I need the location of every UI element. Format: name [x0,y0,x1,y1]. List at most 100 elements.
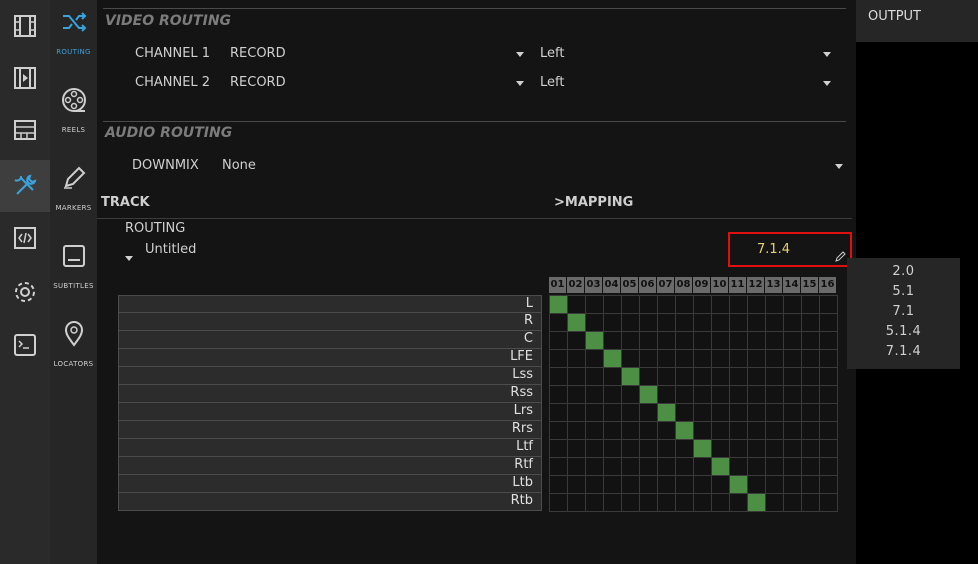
matrix-cell[interactable] [550,494,568,512]
storage-icon[interactable] [0,104,50,156]
matrix-cell[interactable] [784,296,802,314]
matrix-cell[interactable] [748,350,766,368]
matrix-cell[interactable] [586,440,604,458]
matrix-cell[interactable] [658,458,676,476]
matrix-cell[interactable] [694,458,712,476]
matrix-cell[interactable] [784,494,802,512]
matrix-cell[interactable] [712,494,730,512]
matrix-cell[interactable] [730,314,748,332]
matrix-cell[interactable] [748,332,766,350]
chevron-down-icon[interactable] [125,256,133,261]
matrix-cell[interactable] [640,422,658,440]
matrix-cell[interactable] [820,350,838,368]
matrix-cell[interactable] [676,494,694,512]
matrix-cell[interactable] [766,404,784,422]
sidebar-item-subtitles[interactable]: SUBTITLES [50,234,97,312]
matrix-cell[interactable] [712,440,730,458]
matrix-cell[interactable] [820,332,838,350]
matrix-cell[interactable] [586,350,604,368]
matrix-cell[interactable] [694,332,712,350]
matrix-cell[interactable] [658,386,676,404]
matrix-cell[interactable] [676,296,694,314]
matrix-cell[interactable] [802,422,820,440]
routing-name[interactable]: Untitled [145,242,196,257]
matrix-cell[interactable] [730,404,748,422]
matrix-cell[interactable] [766,476,784,494]
matrix-cell[interactable] [784,368,802,386]
pencil-icon[interactable] [835,250,847,262]
matrix-cell[interactable] [586,404,604,422]
matrix-cell[interactable] [712,386,730,404]
matrix-cell-active[interactable] [730,476,748,494]
matrix-cell[interactable] [604,440,622,458]
matrix-cell[interactable] [802,332,820,350]
matrix-cell[interactable] [784,422,802,440]
matrix-cell[interactable] [820,314,838,332]
matrix-cell[interactable] [694,350,712,368]
matrix-cell[interactable] [640,458,658,476]
matrix-cell[interactable] [586,296,604,314]
matrix-cell[interactable] [694,296,712,314]
chevron-down-icon[interactable] [516,52,524,57]
matrix-cell[interactable] [730,422,748,440]
matrix-cell[interactable] [658,296,676,314]
matrix-cell[interactable] [712,350,730,368]
matrix-cell[interactable] [748,458,766,476]
matrix-cell[interactable] [694,368,712,386]
chevron-down-icon[interactable] [835,164,843,169]
matrix-cell[interactable] [694,314,712,332]
gear-icon[interactable] [0,266,50,318]
matrix-cell[interactable] [802,440,820,458]
matrix-cell[interactable] [802,458,820,476]
matrix-cell[interactable] [820,386,838,404]
matrix-cell[interactable] [622,332,640,350]
matrix-cell[interactable] [640,440,658,458]
matrix-cell[interactable] [802,476,820,494]
matrix-cell[interactable] [676,314,694,332]
matrix-cell-active[interactable] [712,458,730,476]
matrix-cell[interactable] [784,386,802,404]
film-play-icon[interactable] [0,52,50,104]
matrix-cell[interactable] [604,296,622,314]
matrix-cell[interactable] [820,458,838,476]
matrix-cell[interactable] [676,368,694,386]
matrix-cell[interactable] [748,404,766,422]
matrix-cell[interactable] [586,494,604,512]
matrix-cell[interactable] [586,458,604,476]
matrix-cell[interactable] [694,422,712,440]
matrix-cell[interactable] [640,296,658,314]
channel1-source-select[interactable]: RECORD [230,46,286,61]
matrix-cell[interactable] [640,314,658,332]
matrix-cell[interactable] [802,296,820,314]
matrix-cell[interactable] [712,404,730,422]
matrix-cell[interactable] [658,314,676,332]
matrix-cell[interactable] [730,296,748,314]
matrix-cell[interactable] [766,422,784,440]
matrix-cell[interactable] [604,458,622,476]
matrix-cell[interactable] [622,458,640,476]
matrix-cell[interactable] [568,404,586,422]
matrix-cell[interactable] [622,476,640,494]
matrix-cell[interactable] [694,494,712,512]
matrix-cell[interactable] [802,494,820,512]
matrix-cell[interactable] [784,476,802,494]
matrix-cell[interactable] [730,332,748,350]
matrix-cell[interactable] [766,332,784,350]
matrix-cell-active[interactable] [550,296,568,314]
channel2-source-select[interactable]: RECORD [230,75,286,90]
matrix-cell-active[interactable] [604,350,622,368]
matrix-cell[interactable] [820,296,838,314]
matrix-cell[interactable] [640,404,658,422]
matrix-cell-active[interactable] [640,386,658,404]
matrix-cell[interactable] [802,368,820,386]
routing-matrix[interactable] [549,295,838,512]
matrix-cell[interactable] [568,296,586,314]
matrix-cell[interactable] [820,404,838,422]
matrix-cell[interactable] [658,494,676,512]
matrix-cell-active[interactable] [622,368,640,386]
matrix-cell[interactable] [550,404,568,422]
matrix-cell[interactable] [748,386,766,404]
matrix-cell[interactable] [694,476,712,494]
sidebar-item-locators[interactable]: LOCATORS [50,312,97,390]
matrix-cell[interactable] [748,368,766,386]
